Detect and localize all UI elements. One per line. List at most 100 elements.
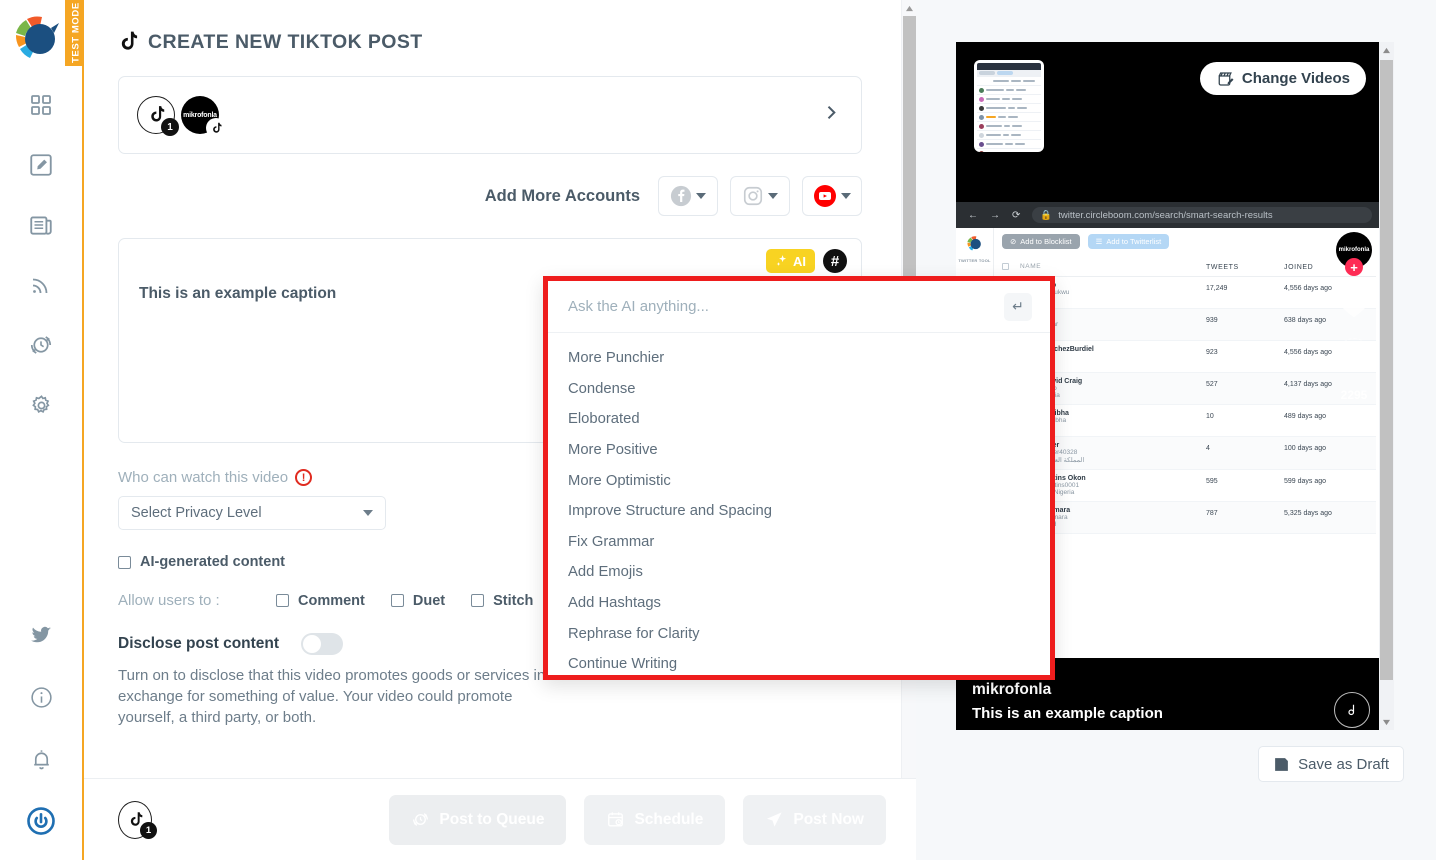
preview-scrollbar[interactable] (1379, 42, 1394, 730)
music-note-icon (1348, 704, 1355, 716)
sidebar-item-notifications[interactable] (20, 742, 62, 776)
tiktok-profile-name: mikrofonla (1338, 247, 1370, 253)
add-youtube-button[interactable] (802, 176, 862, 216)
row-tweets: 923 (1206, 349, 1218, 356)
chevron-down-icon (841, 193, 851, 199)
avatar-tiktok-placeholder[interactable]: 1 (137, 96, 179, 136)
ai-submit-button[interactable]: ↵ (1004, 292, 1032, 321)
sidebar-item-logout[interactable] (20, 804, 62, 838)
preview-scrollbar-thumb[interactable] (1380, 60, 1393, 680)
circleboom-logo-icon (15, 16, 59, 58)
ai-generated-content-checkbox[interactable] (118, 555, 131, 569)
save-as-draft-label: Save as Draft (1298, 755, 1389, 773)
post-now-button[interactable]: Post Now (743, 794, 886, 845)
chevron-down-icon (1383, 719, 1390, 725)
allow-comment-checkbox[interactable] (276, 594, 289, 607)
allow-stitch-option[interactable]: Stitch (471, 593, 533, 609)
tiktok-profile-avatar[interactable]: mikrofonla + (1336, 232, 1372, 276)
change-videos-button[interactable]: Change Videos (1199, 62, 1366, 95)
hashtag-button[interactable]: # (823, 249, 847, 273)
table-row: Emem Martins Okon @EmemMartins0001 Akwa … (1002, 470, 1376, 502)
column-header-tweets: TWEETS (1206, 264, 1239, 271)
ai-option-more-punchier[interactable]: More Punchier (548, 343, 1050, 374)
ai-option-condense[interactable]: Condense (548, 374, 1050, 405)
sidebar-item-twitter[interactable] (20, 618, 62, 652)
column-header-name: NAME (1020, 262, 1042, 270)
sidebar-item-dashboard[interactable] (20, 88, 62, 122)
ai-option-more-positive[interactable]: More Positive (548, 435, 1050, 466)
arrow-right-icon: → (990, 209, 1000, 221)
avatar-account-name: mikrofonla (183, 111, 217, 119)
privacy-label-text: Who can watch this video (118, 469, 289, 486)
preview-scroll-up-arrow[interactable] (1379, 42, 1394, 58)
sidebar-item-content[interactable] (20, 208, 62, 242)
scroll-up-arrow[interactable] (902, 0, 916, 16)
add-facebook-button[interactable] (658, 176, 718, 216)
avatar-account[interactable]: mikrofonla (181, 96, 226, 138)
comment-dots-icon[interactable]: ··· (1337, 338, 1371, 372)
allow-duet-option[interactable]: Duet (390, 593, 445, 609)
expand-accounts-chevron[interactable] (821, 103, 841, 128)
thumb-row (977, 131, 1041, 140)
table-row: Saphin @adi_vartikar India 939 638 days … (1002, 309, 1376, 341)
youtube-icon (814, 185, 836, 207)
sidebar-item-rss[interactable] (20, 268, 62, 302)
ai-option-continue-writing[interactable]: Continue Writing (548, 649, 1050, 680)
video-caption-text: This is an example caption (972, 705, 1163, 722)
screenshot-sidebar-label: TWITTER TOOL (958, 258, 991, 263)
footer-account-avatar[interactable]: 1 (118, 800, 157, 839)
app-logo[interactable]: TEST MODE (0, 0, 87, 78)
row-tweets: 4 (1206, 445, 1210, 452)
privacy-level-select[interactable]: Select Privacy Level (118, 496, 386, 530)
reload-icon: ⟳ (1012, 209, 1021, 221)
ai-option-eloborated[interactable]: Eloborated (548, 404, 1050, 435)
selected-accounts-box[interactable]: 1 mikrofonla (118, 76, 862, 154)
disclose-post-content-toggle[interactable] (301, 633, 344, 655)
privacy-level-value: Select Privacy Level (131, 505, 262, 521)
preview-scroll-down-arrow[interactable] (1379, 714, 1394, 730)
ai-option-add-emojis[interactable]: Add Emojis (548, 557, 1050, 588)
chevron-up-icon (906, 5, 913, 11)
list-add-icon: ☰ (1095, 237, 1103, 246)
browser-url-text: twitter.circleboom.com/search/smart-sear… (1058, 209, 1273, 221)
footer-action-buttons: Post to Queue Schedule Post Now (389, 794, 886, 845)
allow-comment-label: Comment (298, 592, 365, 609)
share-arrow-icon (1331, 545, 1365, 570)
ai-option-add-hashtags[interactable]: Add Hashtags (548, 588, 1050, 619)
ai-option-rephrase-for-clarity[interactable]: Rephrase for Clarity (548, 618, 1050, 649)
allow-comment-option[interactable]: Comment (276, 593, 365, 609)
news-article-icon (30, 216, 52, 235)
chevron-up-icon (1383, 47, 1390, 53)
share-block[interactable]: 34.2K (1326, 542, 1368, 590)
instagram-icon (743, 186, 763, 206)
circleboom-logo-icon (966, 236, 981, 251)
sidebar-item-settings[interactable] (20, 388, 62, 422)
video-thumbnail-card[interactable] (974, 60, 1044, 152)
schedule-button[interactable]: Schedule (584, 794, 726, 845)
allow-duet-checkbox[interactable] (390, 594, 404, 607)
ai-prompt-input[interactable] (566, 297, 1004, 316)
heart-icon[interactable] (1334, 284, 1374, 322)
post-to-queue-button[interactable]: Post to Queue (389, 794, 567, 845)
ai-option-improve-structure-and-spacing[interactable]: Improve Structure and Spacing (548, 496, 1050, 527)
tiktok-action-rail: mikrofonla + ··· 2295 (1334, 232, 1374, 402)
info-circle-icon (30, 686, 52, 708)
sidebar-item-queue-history[interactable] (20, 328, 62, 362)
power-icon (27, 807, 55, 835)
page-title: CREATE NEW TIKTOK POST (118, 30, 916, 54)
save-as-draft-button[interactable]: Save as Draft (1258, 746, 1404, 782)
table-row: AnabelSánchezBurdiel @annburdiel España … (1002, 341, 1376, 373)
add-more-accounts-row: Add More Accounts (118, 176, 862, 216)
ai-assistant-button[interactable]: AI (766, 249, 815, 273)
add-instagram-button[interactable] (730, 176, 790, 216)
ai-option-more-optimistic[interactable]: More Optimistic (548, 465, 1050, 496)
follow-plus-button[interactable]: + (1345, 258, 1363, 276)
ai-option-fix-grammar[interactable]: Fix Grammar (548, 527, 1050, 558)
allow-stitch-checkbox[interactable] (471, 594, 485, 607)
sidebar-item-info[interactable] (20, 680, 62, 714)
thumb-row (977, 113, 1041, 122)
sidebar-item-create-post[interactable] (20, 148, 62, 182)
row-joined: 489 days ago (1284, 413, 1327, 420)
compose-pencil-icon (30, 154, 52, 176)
row-tweets: 527 (1206, 381, 1218, 388)
